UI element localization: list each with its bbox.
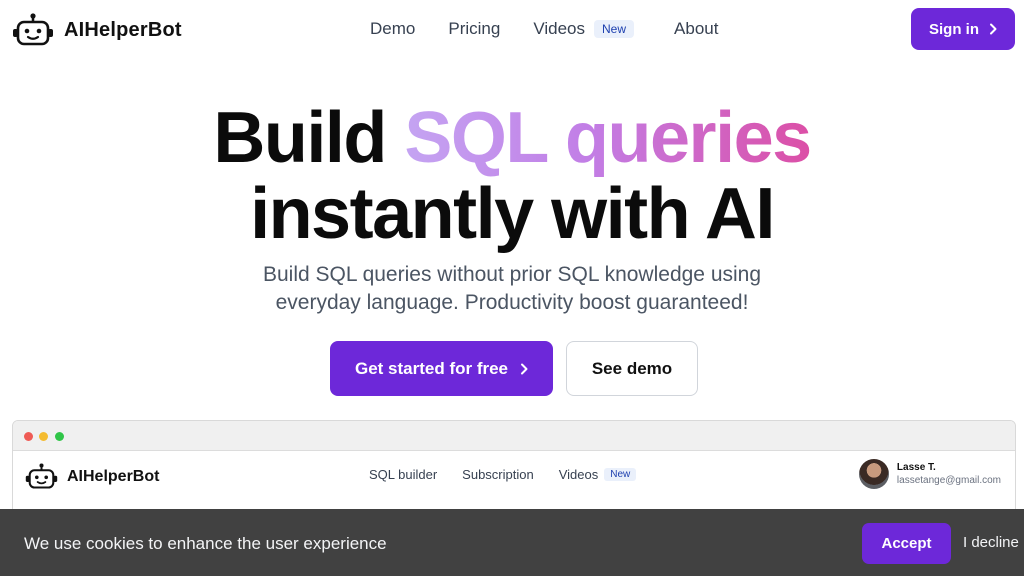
preview-user-email: lassetange@gmail.com <box>896 475 1001 486</box>
brand-name: AIHelperBot <box>64 18 182 41</box>
nav-pricing[interactable]: Pricing <box>448 19 500 39</box>
window-maximize-dot <box>55 432 64 441</box>
nav-videos[interactable]: Videos New <box>533 19 635 39</box>
site-header: AIHelperBot Demo Pricing Videos New Abou… <box>0 0 1024 58</box>
preview-brand: AIHelperBot <box>25 463 159 490</box>
main-nav: Demo Pricing Videos New About <box>370 19 718 39</box>
see-demo-button[interactable]: See demo <box>566 341 698 396</box>
robot-icon <box>13 13 53 46</box>
hero-title-line2: instantly with AI <box>250 174 775 254</box>
hero-title-build: Build <box>213 98 387 178</box>
cookie-message: We use cookies to enhance the user exper… <box>24 534 387 553</box>
chevron-right-icon <box>990 23 997 35</box>
get-started-button[interactable]: Get started for free <box>330 341 553 396</box>
avatar <box>858 459 889 489</box>
nav-demo[interactable]: Demo <box>370 19 415 39</box>
hero-title-line1: Build SQL queries <box>0 102 1024 174</box>
preview-nav-videos: Videos <box>558 467 599 482</box>
new-badge: New <box>594 20 635 38</box>
preview-user-info: Lasse T. lassetange@gmail.com <box>897 462 1001 486</box>
preview-user-menu: Lasse T. lassetange@gmail.com <box>858 459 1001 489</box>
nav-videos-label: Videos <box>533 19 586 38</box>
preview-nav-subscription: Subscription <box>462 467 534 482</box>
preview-app-header: AIHelperBot SQL builder Subscription Vid… <box>13 451 1015 511</box>
hero-subtitle-line1: Build SQL queries without prior SQL know… <box>262 263 762 286</box>
preview-user-name: Lasse T. <box>896 462 936 473</box>
chevron-right-icon <box>521 363 528 374</box>
window-minimize-dot <box>39 432 48 441</box>
preview-brand-name: AIHelperBot <box>67 467 160 485</box>
brand-logo-link[interactable]: AIHelperBot <box>12 13 182 47</box>
preview-nav: SQL builder Subscription Videos New <box>369 467 637 482</box>
robot-icon <box>25 463 58 489</box>
window-titlebar <box>13 421 1015 451</box>
nav-about[interactable]: About <box>674 19 718 39</box>
preview-nav-sql-builder: SQL builder <box>369 467 438 482</box>
window-close-dot <box>24 432 33 441</box>
cookie-accept-button[interactable]: Accept <box>862 523 951 564</box>
get-started-label: Get started for free <box>354 358 509 378</box>
sign-in-button[interactable]: Sign in <box>911 8 1015 50</box>
cookie-decline-link[interactable]: I decline <box>963 534 1019 551</box>
hero-subtitle-line2: everyday language. Productivity boost gu… <box>275 291 749 314</box>
hero-title-highlight: SQL queries <box>404 98 812 178</box>
preview-new-badge: New <box>604 468 637 481</box>
sign-in-label: Sign in <box>929 20 979 38</box>
